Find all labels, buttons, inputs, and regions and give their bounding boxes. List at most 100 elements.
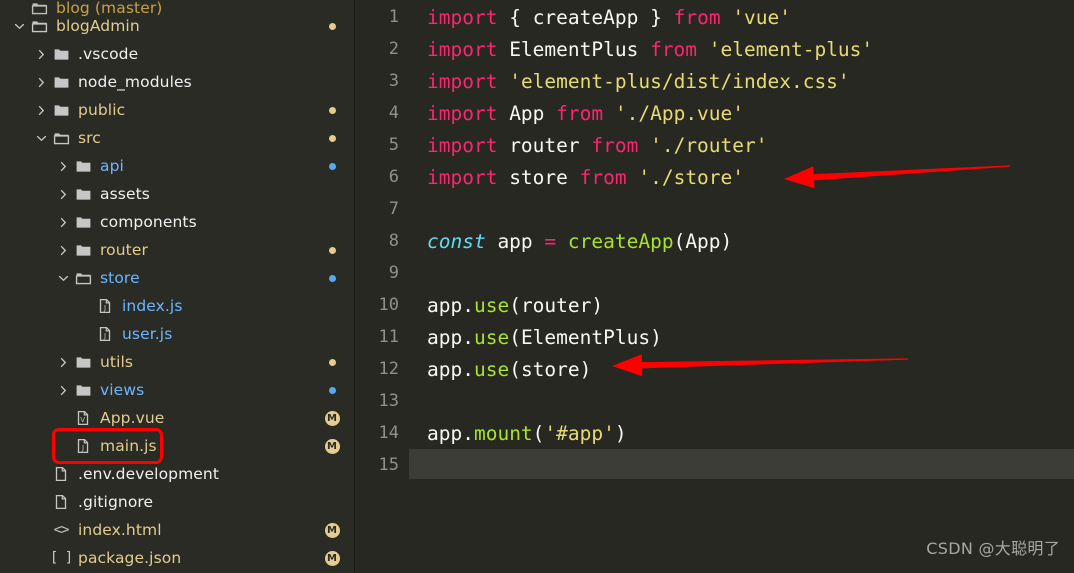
code-editor[interactable]: 1 import { createApp } from 'vue' 2 import … [355,0,1074,573]
line-number: 3 [388,71,399,91]
tree-item-status [322,12,342,40]
code-line-9[interactable]: 9 [355,257,1074,289]
code-text[interactable]: import { createApp } from 'vue' [409,6,791,29]
tree-item-label: .vscode [78,45,139,63]
chevron-right-icon[interactable] [32,40,50,68]
code-line-10[interactable]: 10 app.use(router) [355,289,1074,321]
status-dot-untracked [328,386,336,394]
tree-item-blogadmin[interactable]: blogAdmin [0,12,355,40]
chevron-down-icon[interactable] [54,264,72,292]
tree-item-user.js[interactable]: Juser.js [0,320,355,348]
code-line-3[interactable]: 3 import 'element-plus/dist/index.css' [355,65,1074,97]
folder-icon [72,208,94,236]
tree-item-package.json[interactable]: [ ] package.json M [0,544,355,572]
line-number: 6 [388,167,399,187]
tree-item-public[interactable]: public [0,96,355,124]
chevron-right-icon[interactable] [32,68,50,96]
js-file-icon: J [72,432,94,460]
folder-icon [72,376,94,404]
tree-item-index.js[interactable]: Jindex.js [0,292,355,320]
tree-item-label: blogAdmin [56,17,140,35]
code-text[interactable]: import router from './router' [409,134,768,157]
tree-item-label: router [100,241,148,259]
tree-item-status [322,96,342,124]
tree-item-views[interactable]: views [0,376,355,404]
tree-item-components[interactable]: components [0,208,355,236]
line-number: 1 [388,7,399,27]
code-line-6[interactable]: 6 import store from './store' [355,161,1074,193]
tree-item-.vscode[interactable]: .vscode [0,40,355,68]
tree-item-label: node_modules [78,73,192,91]
tree-item-src[interactable]: src [0,124,355,152]
explorer-sidebar[interactable]: blog (master) blogAdmin .vscode node_module… [0,0,355,573]
file-icon [50,488,72,516]
code-line-7[interactable]: 7 [355,193,1074,225]
tree-item-label: views [100,381,145,399]
chevron-right-icon[interactable] [54,348,72,376]
line-number: 12 [378,359,399,379]
code-text[interactable]: app.use(ElementPlus) [409,326,662,349]
code-line-11[interactable]: 11 app.use(ElementPlus) [355,321,1074,353]
tree-item-assets[interactable]: assets [0,180,355,208]
tree-item-node-modules[interactable]: node_modules [0,68,355,96]
csdn-watermark: CSDN @大聪明了 [926,539,1060,558]
code-line-5[interactable]: 5 import router from './router' [355,129,1074,161]
code-line-1[interactable]: 1 import { createApp } from 'vue' [355,1,1074,33]
tree-item-utils[interactable]: utils [0,348,355,376]
chevron-right-icon[interactable] [54,208,72,236]
tree-item-store[interactable]: store [0,264,355,292]
js-file-icon: J [94,292,116,320]
status-badge-m: M [324,522,340,538]
tree-item-main.js[interactable]: Jmain.js M [0,432,355,460]
code-text[interactable]: app.use(router) [409,294,603,317]
code-line-12[interactable]: 12 app.use(store) [355,353,1074,385]
code-text[interactable]: app.mount('#app') [409,422,627,445]
tree-item-app.vue[interactable]: V App.vue M [0,404,355,432]
tree-item-api[interactable]: api [0,152,355,180]
tree-item-.env.development[interactable]: .env.development [0,460,355,488]
code-text[interactable]: import App from './App.vue' [409,102,744,125]
tree-item-label: .env.development [78,465,220,483]
code-line-4[interactable]: 4 import App from './App.vue' [355,97,1074,129]
code-line-13[interactable]: 13 [355,385,1074,417]
tree-item-router[interactable]: router [0,236,355,264]
code-text[interactable]: import 'element-plus/dist/index.css' [409,70,850,93]
line-number: 11 [378,327,399,347]
code-text[interactable]: const app = createApp(App) [409,230,732,253]
status-badge-m: M [324,438,340,454]
html-file-icon: <> [53,522,70,538]
code-line-15[interactable]: 15 [355,449,1074,481]
code-line-14[interactable]: 14 app.mount('#app') [355,417,1074,449]
tree-item-index.html[interactable]: <> index.html M [0,516,355,544]
chevron-right-icon[interactable] [54,180,72,208]
svg-text:J: J [81,444,84,452]
tree-item-label: index.html [78,521,162,539]
svg-text:J: J [103,332,106,340]
vue-file-icon: V [72,404,94,432]
tree-item-label: .gitignore [78,493,154,511]
code-line-2[interactable]: 2 import ElementPlus from 'element-plus' [355,33,1074,65]
chevron-down-icon[interactable] [10,12,28,40]
code-text[interactable]: import ElementPlus from 'element-plus' [409,38,873,61]
status-badge-m: M [324,550,340,566]
folder-icon [72,152,94,180]
line-number: 14 [378,423,399,443]
tree-item-status [322,348,342,376]
code-line-8[interactable]: 8 const app = createApp(App) [355,225,1074,257]
chevron-right-icon[interactable] [54,236,72,264]
code-text[interactable]: app.use(store) [409,358,591,381]
tree-item-status [322,236,342,264]
chevron-right-icon[interactable] [54,376,72,404]
tree-item-label: index.js [122,297,183,315]
status-dot-modified [328,106,336,114]
chevron-down-icon[interactable] [32,124,50,152]
tree-item-label: assets [100,185,150,203]
tree-item-label: App.vue [100,409,165,427]
chevron-right-icon[interactable] [54,152,72,180]
code-text[interactable]: import store from './store' [409,166,744,189]
chevron-right-icon[interactable] [32,96,50,124]
tree-item-.gitignore[interactable]: .gitignore [0,488,355,516]
